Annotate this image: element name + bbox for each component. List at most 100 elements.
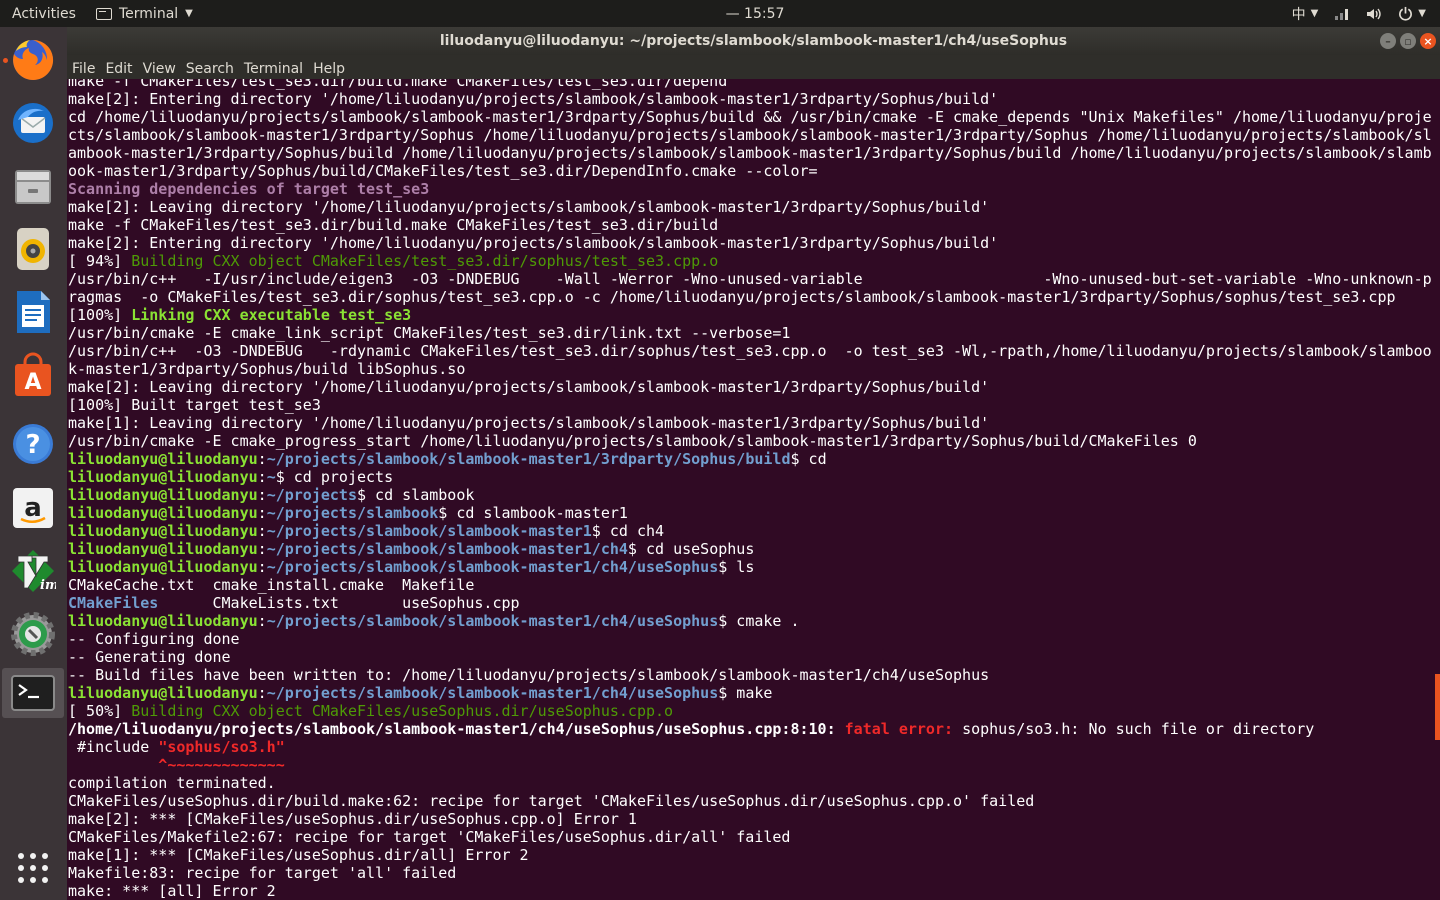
amazon-icon: a: [13, 488, 53, 528]
volume-icon[interactable]: [1366, 7, 1382, 21]
terminal-text: ~/projects/slambook/slambook-master1/ch4: [266, 540, 628, 558]
thunderbird-launcher[interactable]: [8, 98, 58, 148]
software-center-launcher[interactable]: A: [8, 350, 58, 400]
terminal-text: ~/projects: [266, 486, 357, 504]
input-method-indicator[interactable]: 中 ▼: [1292, 4, 1319, 24]
help-launcher[interactable]: ?: [8, 419, 58, 469]
terminal-text: $ cmake .: [718, 612, 800, 630]
terminal-text: /usr/bin/cmake -E cmake_link_script CMak…: [68, 324, 791, 342]
terminal-text: -- Configuring done: [68, 630, 240, 648]
menu-terminal[interactable]: Terminal: [244, 61, 303, 77]
terminal-text: make[2]: Entering directory '/home/liluo…: [68, 234, 999, 252]
system-settings-launcher[interactable]: [8, 609, 58, 659]
terminal-text: :: [257, 522, 267, 540]
terminal-text: liluodanyu@liluodanyu: [68, 612, 258, 630]
menu-view[interactable]: View: [143, 61, 176, 77]
terminal-text: :: [257, 486, 267, 504]
terminal-text: ambook-master1/3rdparty/Sophus/build /ho…: [68, 144, 1432, 162]
firefox-launcher[interactable]: [8, 35, 58, 85]
terminal-line: -- Build files have been written to: /ho…: [68, 666, 1432, 684]
document-icon: [17, 291, 50, 333]
terminal-line: Makefile:83: recipe for target 'all' fai…: [68, 864, 1432, 882]
show-applications-button[interactable]: [8, 843, 58, 893]
terminal-line: make[2]: Entering directory '/home/liluo…: [68, 90, 1432, 108]
terminal-text: CMakeFiles/useSophus.dir/build.make:62: …: [68, 792, 1035, 810]
terminal-text: [ 50%]: [68, 702, 132, 720]
system-tray[interactable]: 中 ▼ ▼: [1292, 0, 1426, 27]
terminal-text: :: [257, 558, 267, 576]
minimize-button[interactable]: –: [1380, 33, 1396, 49]
terminal-line: make[2]: *** [CMakeFiles/useSophus.dir/u…: [68, 810, 1432, 828]
network-icon[interactable]: [1334, 7, 1350, 21]
terminal-text: ~/projects/slambook/slambook-master1/ch4…: [266, 612, 719, 630]
svg-text:?: ?: [25, 430, 40, 460]
terminal-launcher[interactable]: [2, 668, 64, 718]
terminal-text: CMakeFiles: [68, 594, 159, 612]
terminal-text: [100%]: [68, 306, 132, 324]
activities-button[interactable]: Activities: [0, 6, 96, 22]
terminal-text: sophus/so3.h: No such file or directory: [962, 720, 1315, 738]
terminal-line: make[1]: Leaving directory '/home/liluod…: [68, 414, 1432, 432]
terminal-line: ragmas -o CMakeFiles/test_se3.dir/sophus…: [68, 288, 1432, 306]
window-controls: – ▫ ×: [1380, 33, 1436, 49]
close-button[interactable]: ×: [1420, 33, 1436, 49]
menu-search[interactable]: Search: [186, 61, 234, 77]
terminal-text: $ ls: [718, 558, 755, 576]
terminal-text: /usr/bin/c++ -I/usr/include/eigen3 -O3 -…: [68, 270, 1432, 288]
terminal-line: make -f CMakeFiles/test_se3.dir/build.ma…: [68, 79, 1432, 90]
rhythmbox-launcher[interactable]: [8, 224, 58, 274]
scrollbar-thumb[interactable]: [1435, 674, 1440, 740]
terminal-text: cd /home/liluodanyu/projects/slambook/sl…: [68, 108, 1432, 126]
terminal-text: liluodanyu@liluodanyu: [68, 558, 258, 576]
menu-help[interactable]: Help: [313, 61, 345, 77]
power-icon: [1399, 6, 1413, 21]
menu-file[interactable]: File: [72, 61, 95, 77]
terminal-line: [ 94%] Building CXX object CMakeFiles/te…: [68, 252, 1432, 270]
terminal-text: #include: [68, 738, 159, 756]
terminal-text: make[1]: Leaving directory '/home/liluod…: [68, 414, 990, 432]
terminal-text: Building CXX object CMakeFiles/useSophus…: [131, 702, 674, 720]
terminal-text: CMakeLists.txt useSophus.cpp: [158, 594, 520, 612]
terminal-line: make[2]: Leaving directory '/home/liluod…: [68, 378, 1432, 396]
terminal-text: $ cd slambook: [357, 486, 475, 504]
chevron-down-icon: ▼: [185, 8, 193, 19]
terminal-text: :: [257, 504, 267, 522]
terminal-line: /usr/bin/cmake -E cmake_link_script CMak…: [68, 324, 1432, 342]
terminal-text: Scanning dependencies of target test_se3: [68, 180, 430, 198]
terminal-text: [ 94%]: [68, 252, 132, 270]
terminal-text: CMakeCache.txt cmake_install.cmake Makef…: [68, 576, 475, 594]
power-menu[interactable]: ▼: [1398, 6, 1426, 21]
clock[interactable]: — 15:57: [0, 6, 1440, 22]
maximize-button[interactable]: ▫: [1400, 33, 1416, 49]
terminal-line: liluodanyu@liluodanyu:~$ cd projects: [68, 468, 1432, 486]
app-menu[interactable]: Terminal ▼: [96, 6, 193, 22]
terminal-text: ~/projects/slambook/slambook-master1/3rd…: [266, 450, 791, 468]
window-titlebar[interactable]: liluodanyu@liluodanyu: ~/projects/slambo…: [67, 27, 1440, 55]
terminal-text: $ cd slambook-master1: [438, 504, 628, 522]
terminal-text: cts/slambook/slambook-master1/3rdparty/S…: [68, 126, 1432, 144]
menu-edit[interactable]: Edit: [105, 61, 132, 77]
terminal-output[interactable]: make -f CMakeFiles/test_se3.dir/build.ma…: [68, 79, 1432, 900]
terminal-text: Makefile:83: recipe for target 'all' fai…: [68, 864, 457, 882]
vim-icon: im: [12, 550, 56, 593]
terminal-text: -- Build files have been written to: /ho…: [68, 666, 990, 684]
file-cabinet-icon: [15, 170, 51, 204]
terminal-text: ook-master1/3rdparty/Sophus/build/CMakeF…: [68, 162, 818, 180]
amazon-launcher[interactable]: a: [8, 483, 58, 533]
vim-launcher[interactable]: im: [8, 546, 58, 596]
svg-text:A: A: [24, 370, 41, 395]
thunderbird-icon: [13, 103, 53, 143]
terminal-text: make[2]: Entering directory '/home/liluo…: [68, 90, 999, 108]
window-title: liluodanyu@liluodanyu: ~/projects/slambo…: [439, 33, 1068, 49]
writer-launcher[interactable]: [8, 287, 58, 337]
terminal-mini-icon: [96, 7, 112, 20]
terminal-line: CMakeFiles/Makefile2:67: recipe for targ…: [68, 828, 1432, 846]
terminal-text: liluodanyu@liluodanyu: [68, 468, 258, 486]
terminal-text: fatal error:: [844, 720, 963, 738]
terminal-text: liluodanyu@liluodanyu: [68, 504, 258, 522]
terminal-line: ambook-master1/3rdparty/Sophus/build /ho…: [68, 144, 1432, 162]
terminal-text: $ make: [718, 684, 773, 702]
terminal-text: :: [257, 684, 267, 702]
terminal-text: -- Generating done: [68, 648, 231, 666]
files-launcher[interactable]: [8, 161, 58, 211]
